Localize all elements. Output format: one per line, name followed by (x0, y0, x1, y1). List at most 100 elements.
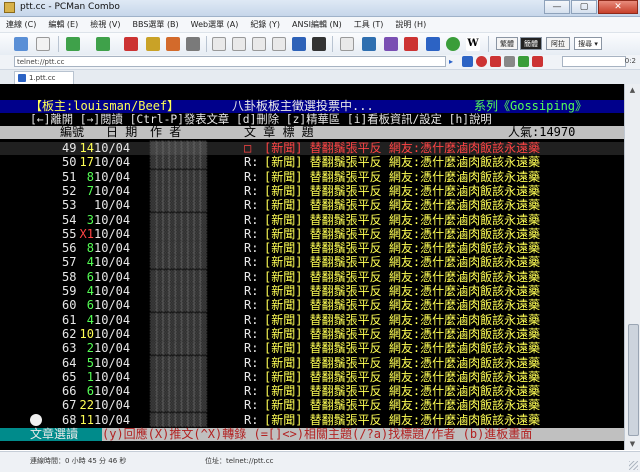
row-author-blurred: ▒▒▒▒▒▒▒▒▒ (150, 241, 207, 256)
window-controls: — ▢ ✕ (543, 0, 638, 15)
table-row[interactable]: 56 8 10/04 ▒▒▒▒▒▒▒▒▒ R: [新聞] 替翻鬚張平反 網友:憑什麼滷肉飯… (0, 242, 624, 255)
row-date: 10/04 (94, 369, 131, 384)
row-title: [新聞] 替翻鬚張平反 網友:憑什麼滷肉飯該永遠藥 (264, 284, 541, 298)
wikipedia-icon[interactable]: W (466, 37, 480, 51)
address-book-icon[interactable] (14, 37, 28, 51)
search-dropdown[interactable]: 搜尋 ▾ (574, 37, 602, 50)
paste-icon[interactable] (232, 37, 246, 51)
table-row[interactable]: 67 22 10/04 ▒▒▒▒▒▒▒▒▒ R: [新聞] 替翻鬚張平反 網友:憑什麼滷肉… (0, 399, 624, 412)
copy-icon[interactable] (212, 37, 226, 51)
col-author: 作 者 (150, 125, 182, 139)
table-row[interactable]: 63 2 10/04 ▒▒▒▒▒▒▒▒▒ R: [新聞] 替翻鬚張平反 網友:憑什麼滷肉飯… (0, 342, 624, 355)
row-push-count: 3 (86, 212, 94, 227)
stop-record-icon[interactable] (490, 56, 501, 67)
paste-format-icon[interactable] (252, 37, 266, 51)
script-icon[interactable] (384, 37, 398, 51)
table-row[interactable]: 64 5 10/04 ▒▒▒▒▒▒▒▒▒ R: [新聞] 替翻鬚張平反 網友:憑什麼滷肉飯… (0, 356, 624, 370)
table-row[interactable]: 50 17 10/04 ▒▒▒▒▒▒▒▒▒ R: [新聞] 替翻鬚張平反 網友:憑什麼滷肉… (0, 156, 624, 169)
terminal-scrollbar[interactable]: ▲ ▼ (624, 84, 640, 450)
table-row[interactable]: 54 3 10/04 ▒▒▒▒▒▒▒▒▒ R: [新聞] 替翻鬚張平反 網友:憑什麼滷肉飯… (0, 212, 624, 227)
table-row[interactable]: 65 1 10/04 ▒▒▒▒▒▒▒▒▒ R: [新聞] 替翻鬚張平反 網友:憑什麼滷肉飯… (0, 369, 624, 384)
table-row[interactable]: 60 6 10/04 ▒▒▒▒▒▒▒▒▒ R: [新聞] 替翻鬚張平反 網友:憑什麼滷肉飯… (0, 299, 624, 312)
scroll-down-icon[interactable]: ▼ (628, 440, 637, 448)
row-date: 10/04 (94, 326, 131, 341)
menu-bbs[interactable]: BBS選單 (B) (126, 17, 184, 32)
reconnect-icon[interactable] (146, 37, 160, 51)
table-row[interactable]: 59 4 10/04 ▒▒▒▒▒▒▒▒▒ R: [新聞] 替翻鬚張平反 網友:憑什麼滷肉飯… (0, 285, 624, 298)
row-author-blurred: ▒▒▒▒▒▒▒▒▒ (150, 269, 207, 284)
select-all-icon[interactable] (272, 37, 286, 51)
menu-web[interactable]: Web選單 (A) (185, 17, 245, 32)
table-row[interactable]: 66 6 10/04 ▒▒▒▒▒▒▒▒▒ R: [新聞] 替翻鬚張平反 網友:憑什麼滷肉飯… (0, 385, 624, 398)
table-row[interactable]: 68 11 10/04 ▒▒▒▒▒▒▒▒▒ R: [新聞] 替翻鬚張平反 網友:憑什麼滷肉… (0, 412, 624, 427)
terminal-screen[interactable]: 【板主:louisman/Beef】 八卦板板主徵選投票中... 系列《Goss… (0, 84, 624, 450)
menu-help[interactable]: 說明 (H) (389, 17, 432, 32)
lock-icon[interactable] (504, 56, 515, 67)
simplified-button[interactable]: 簡體 (520, 37, 542, 50)
minimize-button[interactable]: — (544, 0, 570, 14)
disconnect-icon[interactable] (124, 37, 138, 51)
row-prefix: R: (244, 255, 259, 270)
new-document-icon[interactable] (36, 37, 50, 51)
row-date: 10/04 (94, 384, 131, 399)
menu-ansi[interactable]: ANSI編輯 (N) (286, 17, 348, 32)
window-title-bar[interactable]: ptt.cc - PCMan Combo — ▢ ✕ (0, 0, 640, 17)
close-connection-icon[interactable] (532, 56, 543, 67)
row-push-count: 14 (79, 141, 94, 155)
go-arrow-icon[interactable]: ▸ (449, 56, 460, 67)
row-title: [新聞] 替翻鬚張平反 網友:憑什麼滷肉飯該永遠藥 (264, 169, 541, 184)
row-push-count: 11 (79, 412, 94, 427)
record-icon[interactable] (476, 56, 487, 67)
menu-connect[interactable]: 連線 (C) (0, 17, 42, 32)
row-title: [新聞] 替翻鬚張平反 網友:憑什麼滷肉飯該永遠藥 (264, 155, 541, 170)
row-title: [新聞] 替翻鬚張平反 網友:憑什麼滷肉飯該永遠藥 (264, 255, 541, 270)
table-row[interactable]: 62 10 10/04 ▒▒▒▒▒▒▒▒▒ R: [新聞] 替翻鬚張平反 網友:憑什麼滷肉… (0, 326, 624, 341)
ala-toggle[interactable]: 阿拉 (546, 37, 570, 50)
stop-icon[interactable] (404, 37, 418, 51)
screen-icon[interactable] (362, 37, 376, 51)
forward-arrow-icon[interactable] (96, 37, 110, 51)
table-row[interactable]: 57 4 10/04 ▒▒▒▒▒▒▒▒▒ R: [新聞] 替翻鬚張平反 網友:憑什麼滷肉飯… (0, 256, 624, 269)
table-row[interactable]: 49 14 10/04 ▒▒▒▒▒▒▒▒▒ □ [新聞] 替翻鬚張平反 網友:憑什麼滷肉飯… (0, 142, 624, 155)
traditional-button[interactable]: 繁體 (496, 37, 518, 50)
menu-tools[interactable]: 工具 (T) (348, 17, 390, 32)
gear-icon[interactable] (446, 37, 460, 51)
row-date: 10/04 (94, 284, 131, 298)
row-prefix: R: (244, 183, 259, 198)
resize-grip[interactable] (629, 461, 638, 470)
favorites-icon[interactable] (462, 56, 473, 67)
back-arrow-icon[interactable] (66, 37, 80, 51)
row-date: 10/04 (94, 169, 131, 184)
row-date: 10/04 (94, 412, 131, 427)
close-button[interactable]: ✕ (598, 0, 638, 14)
row-date: 10/04 (94, 269, 131, 284)
table-row[interactable]: 52 7 10/04 ▒▒▒▒▒▒▒▒▒ R: [新聞] 替翻鬚張平反 網友:憑什麼滷肉飯… (0, 183, 624, 198)
search-google-icon[interactable] (426, 37, 440, 51)
row-prefix: R: (244, 369, 259, 384)
row-prefix: R: (244, 198, 259, 213)
menu-log[interactable]: 紀錄 (Y) (244, 17, 286, 32)
menu-view[interactable]: 檢視 (V) (84, 17, 126, 32)
row-prefix: R: (244, 384, 259, 399)
row-title: [新聞] 替翻鬚張平反 網友:憑什麼滷肉飯該永遠藥 (264, 384, 541, 399)
zoom-field[interactable] (562, 56, 626, 67)
row-date: 10/04 (94, 141, 131, 155)
table-row[interactable]: 61 4 10/04 ▒▒▒▒▒▒▒▒▒ R: [新聞] 替翻鬚張平反 網友:憑什麼滷肉飯… (0, 313, 624, 327)
menu-edit[interactable]: 編輯 (E) (42, 17, 84, 32)
table-row[interactable]: 58 6 10/04 ▒▒▒▒▒▒▒▒▒ R: [新聞] 替翻鬚張平反 網友:憑什麼滷肉飯… (0, 269, 624, 284)
antiidle-icon[interactable] (340, 37, 354, 51)
font-icon[interactable] (292, 37, 306, 51)
maximize-button[interactable]: ▢ (571, 0, 597, 14)
settings-icon[interactable] (186, 37, 200, 51)
fullscreen-icon[interactable] (312, 37, 326, 51)
scroll-up-icon[interactable]: ▲ (628, 86, 637, 94)
row-push-count: 2 (86, 341, 94, 356)
quick-connect-icon[interactable] (166, 37, 180, 51)
table-row[interactable]: 51 8 10/04 ▒▒▒▒▒▒▒▒▒ R: [新聞] 替翻鬚張平反 網友:憑什麼滷肉飯… (0, 169, 624, 184)
table-row[interactable]: 53 10/04 ▒▒▒▒▒▒▒▒▒ R: [新聞] 替翻鬚張平反 網友:憑什麼滷肉飯該… (0, 199, 624, 212)
refresh-icon[interactable] (518, 56, 529, 67)
scrollbar-thumb[interactable] (628, 324, 639, 436)
tab-ptt[interactable]: 1.ptt.cc (14, 71, 74, 84)
table-row[interactable]: 55 X1 10/04 ▒▒▒▒▒▒▒▒▒ R: [新聞] 替翻鬚張平反 網友:憑什麼滷肉… (0, 227, 624, 241)
address-input[interactable]: telnet://ptt.cc (14, 56, 446, 67)
